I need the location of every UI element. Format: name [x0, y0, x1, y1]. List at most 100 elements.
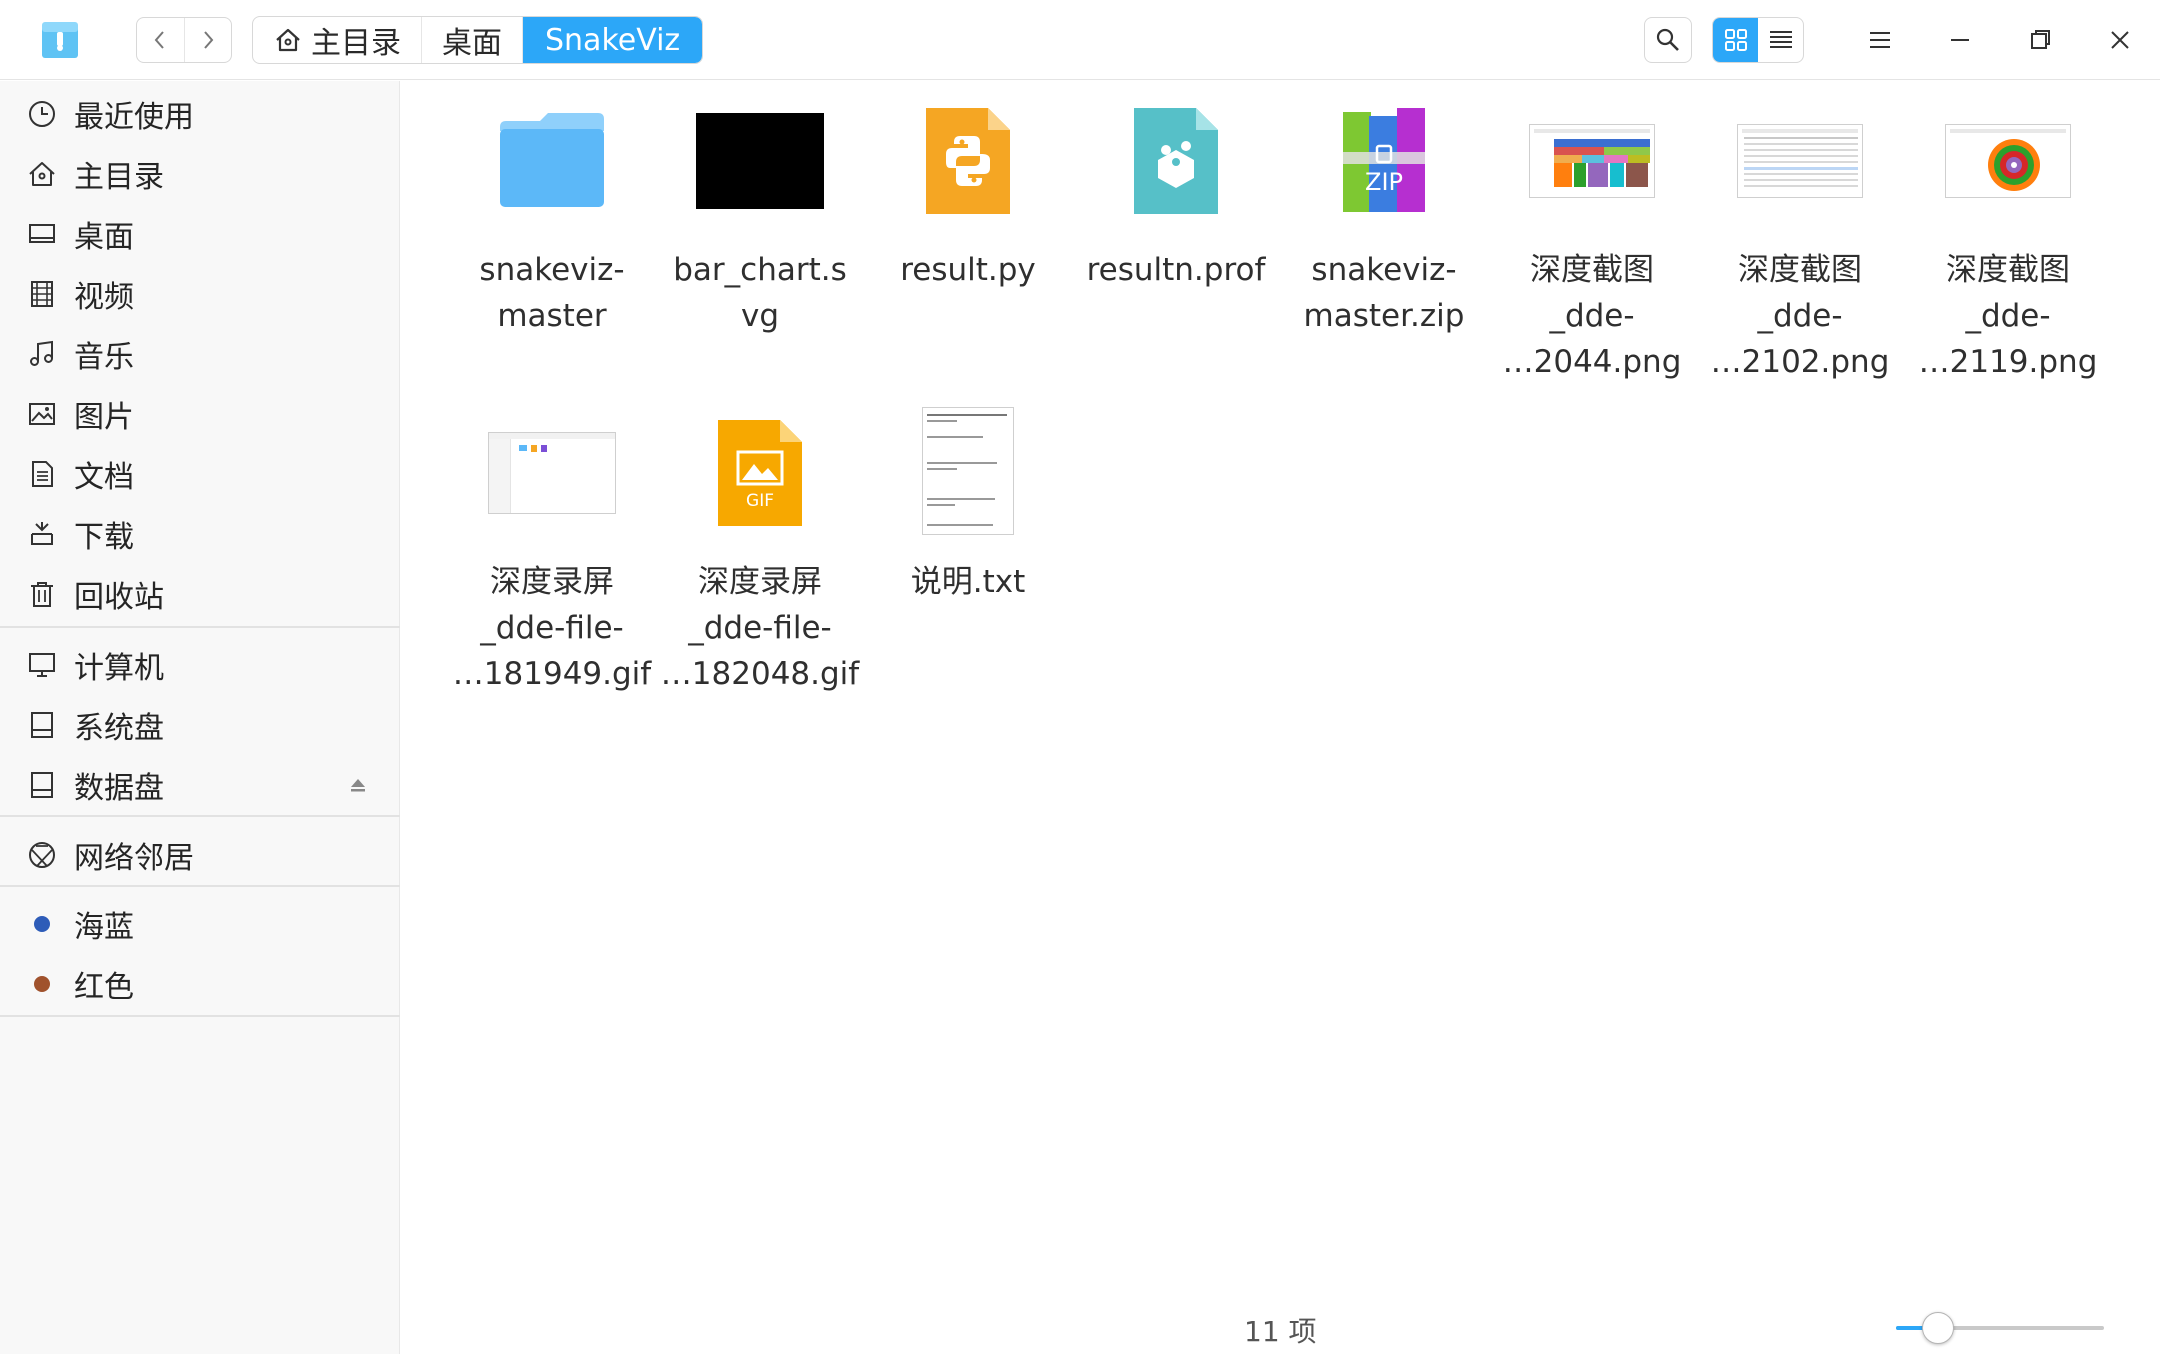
sidebar-item-computer[interactable]: 计算机	[0, 637, 400, 693]
grid-icon	[1724, 29, 1747, 51]
gif-recording-thumbnail	[452, 413, 652, 533]
breadcrumb-home[interactable]: 主目录	[253, 17, 422, 63]
file-name: 深度录屏 _dde-file- …181949.gif	[452, 564, 652, 692]
disk-icon	[26, 769, 58, 801]
tag-color-dot-icon	[26, 968, 58, 1000]
sidebar-item-home[interactable]: 主目录	[0, 146, 400, 202]
home-icon	[26, 158, 58, 190]
hamburger-menu-icon	[1870, 32, 1890, 48]
sidebar-item-label: 红色	[74, 970, 134, 1005]
png-screenshot-thumbnail	[1492, 101, 1692, 221]
icon-view-button[interactable]	[1713, 18, 1758, 62]
zip-archive-icon: ZIP	[1284, 101, 1484, 221]
forward-button[interactable]	[183, 18, 232, 62]
zoom-slider-handle[interactable]	[1921, 1312, 1954, 1344]
file-name: bar_chart.s vg	[673, 252, 847, 334]
sidebar-item-label: 图片	[74, 400, 134, 435]
prof-file-icon	[1076, 101, 1276, 221]
home-icon	[273, 25, 303, 55]
video-icon	[26, 278, 58, 310]
file-manager-logo-icon	[38, 18, 82, 62]
close-button[interactable]	[2096, 16, 2144, 64]
sidebar-item-videos[interactable]: 视频	[0, 266, 400, 322]
breadcrumb-snakeviz[interactable]: SnakeViz	[523, 17, 703, 63]
disk-icon	[26, 709, 58, 741]
sidebar-item-tag-blue[interactable]: 海蓝	[0, 896, 400, 952]
sidebar-item-trash[interactable]: 回收站	[0, 566, 400, 622]
restore-icon	[2031, 30, 2050, 49]
search-icon	[1656, 28, 1679, 51]
sidebar: 最近使用 主目录 桌面 视频 音乐 图片 文档 下载 回收站 计算机 系统盘 数…	[0, 81, 400, 1354]
chevron-right-icon	[203, 31, 214, 49]
breadcrumb-label: SnakeViz	[545, 22, 681, 58]
breadcrumb-label: 主目录	[311, 26, 401, 61]
file-view: snakeviz- master bar_chart.s vg result.p…	[401, 81, 2160, 1354]
sidebar-item-documents[interactable]: 文档	[0, 446, 400, 502]
sidebar-divider	[0, 815, 400, 817]
zip-label: ZIP	[1365, 168, 1403, 196]
sidebar-item-label: 桌面	[74, 220, 134, 255]
file-name: snakeviz- master	[479, 252, 625, 334]
breadcrumb-label: 桌面	[442, 26, 502, 61]
titlebar: 主目录 桌面 SnakeViz	[0, 0, 2160, 80]
chevron-left-icon	[154, 31, 165, 49]
png-screenshot-thumbnail	[1700, 101, 1900, 221]
list-icon	[1769, 31, 1792, 48]
trash-icon	[26, 578, 58, 610]
music-icon	[26, 338, 58, 370]
sidebar-item-recent[interactable]: 最近使用	[0, 86, 400, 142]
sidebar-divider	[0, 626, 400, 628]
download-icon	[26, 518, 58, 550]
folder-icon	[452, 101, 652, 221]
sidebar-divider	[0, 1015, 400, 1017]
eject-icon[interactable]	[348, 775, 368, 799]
sidebar-item-label: 海蓝	[74, 910, 134, 945]
png-screenshot-thumbnail	[1908, 101, 2108, 221]
breadcrumb-desktop[interactable]: 桌面	[422, 17, 523, 63]
sidebar-item-desktop[interactable]: 桌面	[0, 206, 400, 262]
clock-icon	[26, 98, 58, 130]
close-icon	[2111, 31, 2129, 49]
navigation-buttons	[136, 17, 232, 63]
file-name: snakeviz- master.zip	[1303, 252, 1465, 334]
sidebar-item-downloads[interactable]: 下载	[0, 506, 400, 562]
menu-button[interactable]	[1856, 16, 1904, 64]
item-count: 11 项	[1244, 1315, 1317, 1348]
file-name: resultn.prof	[1086, 252, 1266, 288]
search-button[interactable]	[1644, 17, 1692, 63]
sidebar-item-label: 视频	[74, 280, 134, 315]
network-icon	[26, 839, 58, 871]
back-button[interactable]	[137, 18, 184, 62]
minimize-button[interactable]	[1936, 16, 1984, 64]
sidebar-item-label: 计算机	[74, 651, 164, 686]
sidebar-item-music[interactable]: 音乐	[0, 326, 400, 382]
picture-icon	[26, 398, 58, 430]
minimize-icon	[1951, 39, 1969, 41]
sidebar-item-label: 数据盘	[74, 771, 164, 806]
sidebar-item-pictures[interactable]: 图片	[0, 386, 400, 442]
sidebar-item-label: 系统盘	[74, 711, 164, 746]
computer-icon	[26, 649, 58, 681]
file-name: 深度截图 _dde- …2102.png	[1710, 252, 1890, 380]
sidebar-divider	[0, 885, 400, 887]
sidebar-item-tag-red[interactable]: 红色	[0, 956, 400, 1012]
sidebar-item-data-disk[interactable]: 数据盘	[0, 757, 400, 813]
breadcrumb: 主目录 桌面 SnakeViz	[252, 16, 704, 64]
sidebar-item-label: 主目录	[74, 160, 164, 195]
text-file-thumbnail	[868, 401, 1068, 541]
list-view-button[interactable]	[1758, 18, 1803, 62]
sidebar-item-label: 最近使用	[74, 100, 194, 135]
sidebar-item-label: 下载	[74, 520, 134, 555]
maximize-button[interactable]	[2016, 16, 2064, 64]
sidebar-item-network[interactable]: 网络邻居	[0, 827, 400, 883]
file-name: 深度录屏 _dde-file- …182048.gif	[660, 564, 860, 692]
python-file-icon	[868, 101, 1068, 221]
file-name: 深度截图 _dde- …2044.png	[1502, 252, 1682, 380]
svg-image-thumbnail	[660, 101, 860, 221]
sidebar-item-label: 文档	[74, 460, 134, 495]
sidebar-item-system-disk[interactable]: 系统盘	[0, 697, 400, 753]
document-icon	[26, 458, 58, 490]
gif-file-icon: GIF	[660, 413, 860, 533]
sidebar-item-label: 音乐	[74, 340, 134, 375]
tag-color-dot-icon	[26, 908, 58, 940]
